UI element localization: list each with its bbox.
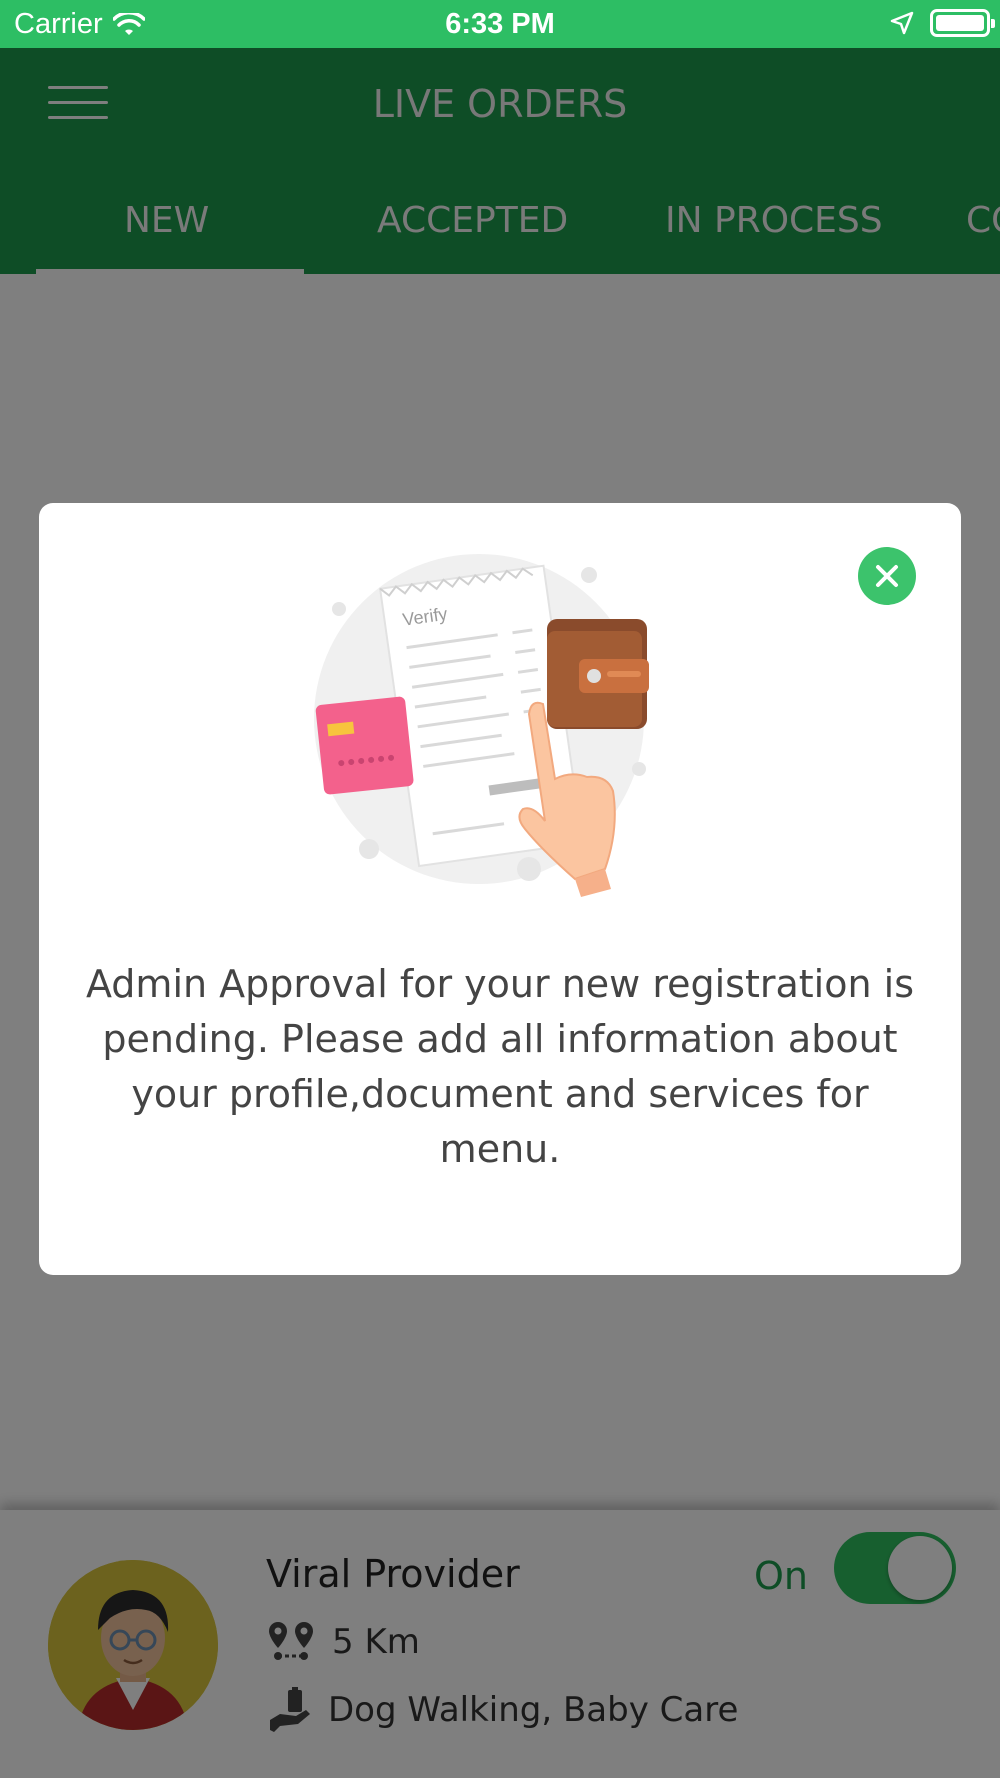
verify-illustration: Verify	[314, 554, 649, 897]
close-button[interactable]	[858, 547, 916, 605]
location-arrow-icon	[890, 11, 914, 35]
status-bar: Carrier 6:33 PM	[0, 0, 1000, 48]
approval-message: Admin Approval for your new registration…	[85, 962, 915, 1171]
close-icon	[876, 565, 898, 587]
approval-dialog: Verify Admin Approval for your new regis…	[39, 503, 961, 1275]
battery-icon	[930, 9, 995, 37]
clock: 6:33 PM	[445, 8, 555, 40]
